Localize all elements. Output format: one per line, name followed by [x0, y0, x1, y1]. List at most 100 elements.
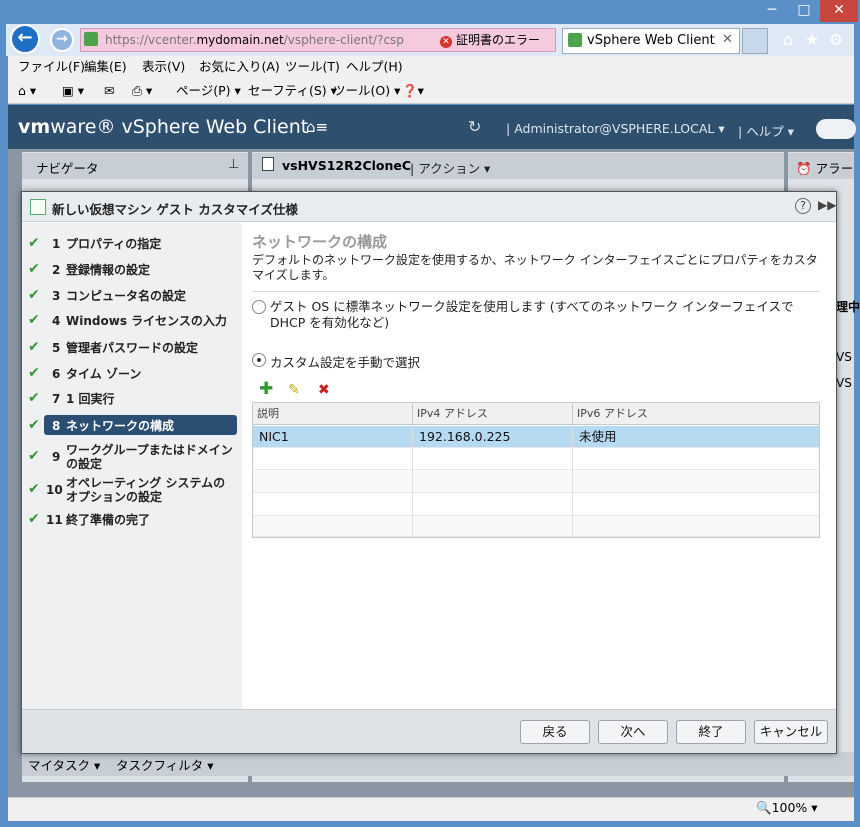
standard-settings-label[interactable]: ゲスト OS に標準ネットワーク設定を使用します (すべてのネットワーク インタ…	[270, 299, 826, 331]
finish-button[interactable]: 終了	[676, 720, 746, 744]
empty-row	[253, 516, 819, 537]
refresh-icon[interactable]: ↻	[468, 117, 481, 136]
column-header-ipv4[interactable]: IPv4 アドレス	[413, 403, 573, 425]
add-nic-icon[interactable]: ✚	[259, 381, 273, 398]
step-number: 1	[52, 237, 61, 251]
menu-file[interactable]: ファイル(F)	[18, 57, 85, 77]
my-tasks-tab[interactable]: マイタスク ▾	[28, 755, 100, 774]
column-header-ipv6[interactable]: IPv6 アドレス	[573, 403, 819, 425]
favorites-star-icon[interactable]: ★	[802, 30, 822, 50]
right-fragment: VS	[836, 376, 852, 390]
zoom-icon: 🔍	[756, 800, 772, 815]
standard-settings-radio[interactable]	[252, 300, 266, 314]
column-header-description[interactable]: 説明	[253, 403, 413, 425]
step-6[interactable]: ✔ 6 タイム ゾーン	[26, 363, 238, 385]
back-button[interactable]: 戻る	[520, 720, 590, 744]
custom-settings-radio[interactable]	[252, 353, 266, 367]
forward-arrow-icon[interactable]: →	[50, 28, 74, 52]
step-number: 3	[52, 289, 61, 303]
zoom-control[interactable]: 🔍100% ▾	[756, 800, 818, 816]
step-number: 6	[52, 367, 61, 381]
browser-tab[interactable]: vSphere Web Client	[562, 28, 740, 54]
address-prefix: https://vcenter.	[105, 33, 197, 47]
settings-gear-icon[interactable]: ⚙	[826, 30, 846, 50]
check-icon: ✔	[28, 287, 40, 303]
cell-ipv6: 未使用	[579, 429, 617, 444]
menu-tools[interactable]: ツール(T)	[285, 57, 340, 77]
menu-favorites[interactable]: お気に入り(A)	[199, 57, 280, 77]
mail-icon[interactable]: ✉	[104, 81, 114, 101]
step-label: 管理者パスワードの設定	[66, 341, 199, 355]
empty-row	[253, 494, 819, 516]
vsphere-logo: vmware® vSphere Web Client	[18, 116, 308, 138]
certificate-error[interactable]: ✕ 証明書のエラー	[440, 28, 556, 52]
my-tasks-label: マイタスク	[28, 758, 91, 773]
check-icon: ✔	[28, 261, 40, 277]
edit-pencil-icon[interactable]: ✎	[288, 382, 300, 398]
check-icon: ✔	[28, 481, 40, 497]
step-4[interactable]: ✔ 4 Windows ライセンスの入力	[26, 310, 238, 332]
step-10[interactable]: ✔ 10 オペレーティング システムのオプションの設定	[26, 476, 238, 504]
delete-icon[interactable]: ✖	[318, 382, 330, 398]
user-menu[interactable]: | Administrator@VSPHERE.LOCAL ▾	[506, 121, 725, 136]
column-divider	[572, 425, 573, 537]
cell-description: NIC1	[259, 429, 289, 444]
step-3[interactable]: ✔ 3 コンピュータ名の設定	[26, 285, 238, 307]
step-label: コンピュータ名の設定	[66, 289, 187, 303]
step-label: プロパティの指定	[66, 237, 162, 251]
check-icon: ✔	[28, 365, 40, 381]
menu-edit[interactable]: 編集(E)	[84, 57, 127, 77]
step-label: ネットワークの構成	[66, 419, 175, 433]
check-icon: ✔	[28, 417, 40, 433]
safety-menu-label: セーフティ(S)	[248, 83, 327, 98]
step-11[interactable]: ✔ 11 終了準備の完了	[26, 509, 238, 531]
new-tab-button[interactable]	[742, 28, 768, 54]
actions-menu[interactable]: | アクション ▾	[410, 158, 490, 177]
tools-menu[interactable]: ツール(O) ▾	[333, 81, 400, 101]
step-1[interactable]: ✔ 1 プロパティの指定	[26, 233, 238, 255]
step-label: タイム ゾーン	[66, 367, 142, 381]
site-favicon-icon	[84, 32, 98, 46]
column-divider	[412, 425, 413, 537]
divider	[252, 291, 820, 292]
search-input[interactable]	[816, 119, 856, 139]
step-9[interactable]: ✔ 9 ワークグループまたはドメインの設定	[26, 443, 238, 471]
expand-icon[interactable]: ▶▶	[818, 198, 836, 212]
minimize-button[interactable]: ─	[756, 0, 788, 22]
empty-row	[253, 448, 819, 470]
back-arrow-icon[interactable]: ←	[10, 24, 40, 54]
zoom-value: 100%	[771, 800, 808, 815]
check-icon: ✔	[28, 448, 40, 464]
safety-menu[interactable]: セーフティ(S) ▾	[248, 81, 337, 101]
actions-label: アクション	[418, 161, 481, 176]
check-icon: ✔	[28, 312, 40, 328]
check-icon: ✔	[28, 235, 40, 251]
step-8-current[interactable]: ✔ 8 ネットワークの構成	[26, 415, 238, 437]
cert-error-label: 証明書のエラー	[456, 33, 541, 47]
step-2[interactable]: ✔ 2 登録情報の設定	[26, 259, 238, 281]
home-menu-icon[interactable]: ⌂≡	[306, 118, 328, 136]
next-button[interactable]: 次へ	[598, 720, 668, 744]
close-window-button[interactable]: ✕	[820, 0, 858, 22]
alarm-clock-icon: ⏰	[796, 161, 812, 176]
error-icon: ✕	[440, 36, 452, 48]
step-number: 2	[52, 263, 61, 277]
step-5[interactable]: ✔ 5 管理者パスワードの設定	[26, 337, 238, 359]
menu-view[interactable]: 表示(V)	[142, 57, 185, 77]
tab-close-icon[interactable]: ✕	[722, 28, 738, 52]
help-menu[interactable]: | ヘルプ ▾	[738, 121, 794, 140]
help-icon[interactable]: ?	[795, 198, 811, 214]
home-cmd-icon[interactable]: ⌂ ▾	[18, 81, 36, 101]
page-menu[interactable]: ページ(P) ▾	[176, 81, 241, 101]
custom-settings-label[interactable]: カスタム設定を手動で選択	[270, 352, 420, 371]
cancel-button[interactable]: キャンセル	[754, 720, 828, 744]
home-icon[interactable]: ⌂	[778, 30, 798, 50]
maximize-button[interactable]: □	[788, 0, 820, 22]
pin-icon[interactable]: ⊥	[228, 157, 239, 172]
feeds-icon[interactable]: ▣ ▾	[62, 81, 84, 101]
menu-help[interactable]: ヘルプ(H)	[346, 57, 403, 77]
task-filter-tab[interactable]: タスクフィルタ ▾	[116, 755, 214, 774]
print-icon[interactable]: ⎙ ▾	[132, 81, 152, 101]
step-7[interactable]: ✔ 7 1 回実行	[26, 388, 238, 410]
help-cmd-icon[interactable]: ❓▾	[402, 81, 424, 101]
